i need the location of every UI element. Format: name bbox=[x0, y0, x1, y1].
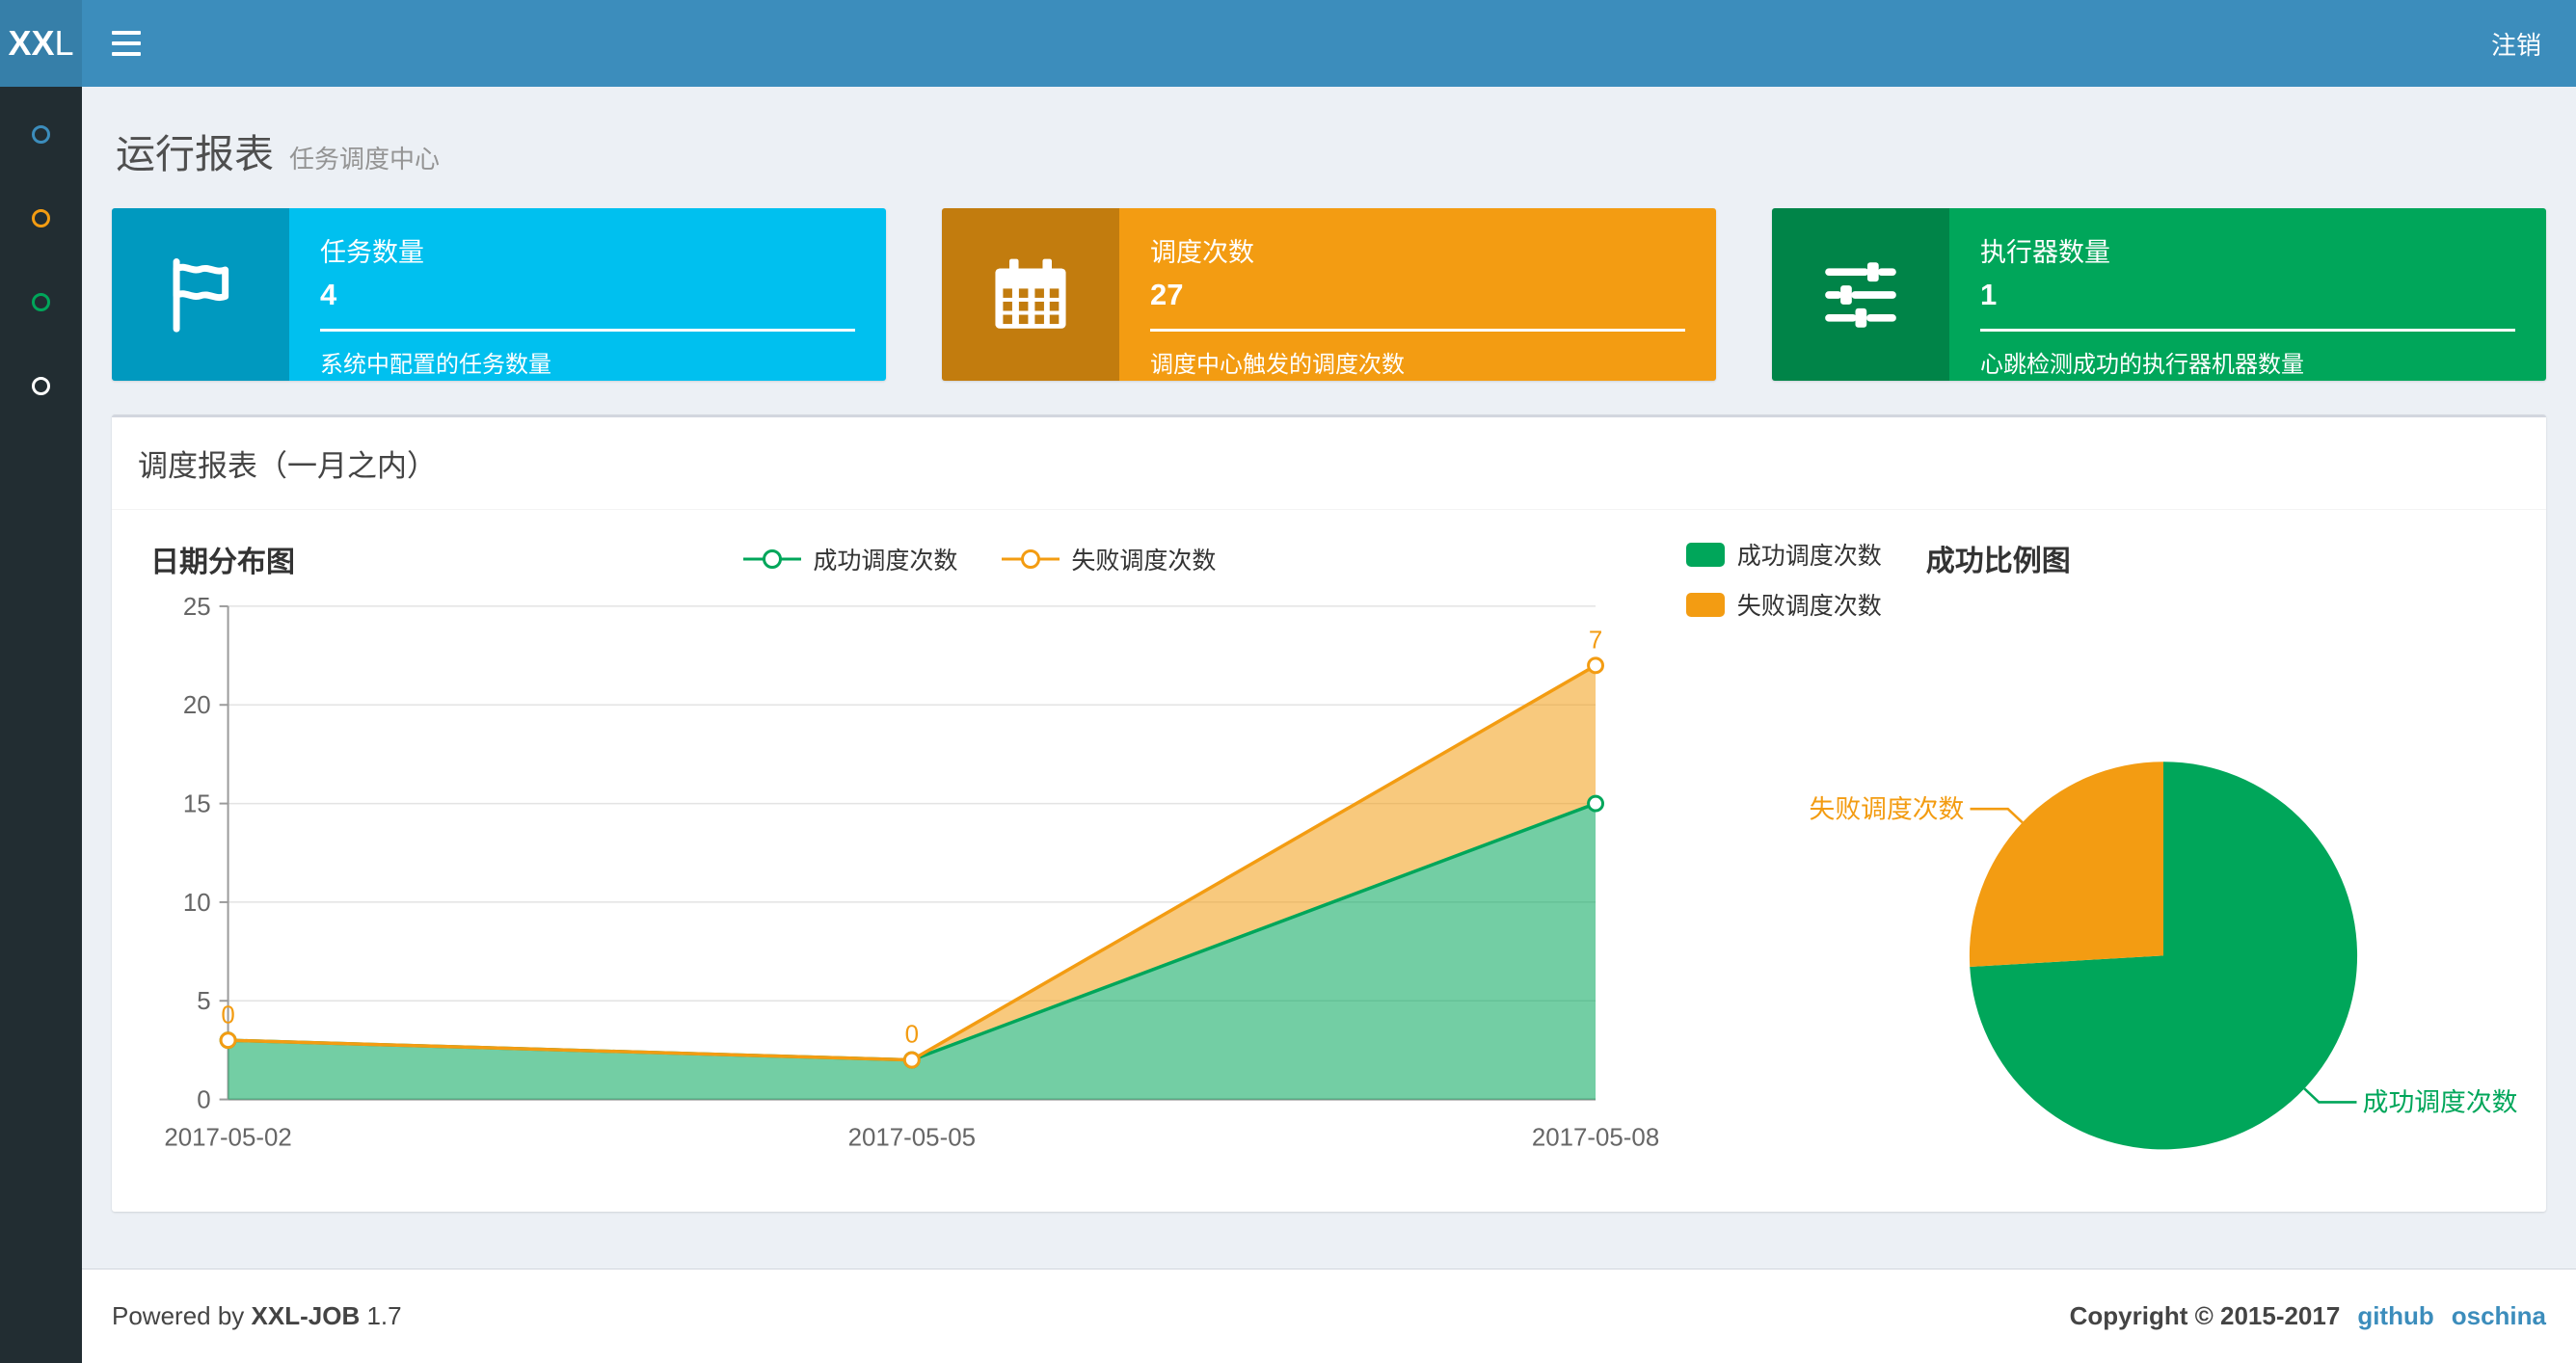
right-column: 运行报表 任务调度中心 任务数量 4 系统中配置的任务数量 调度次数 27 调度… bbox=[82, 87, 2576, 1363]
pie-chart-title: 成功比例图 bbox=[1925, 546, 2071, 577]
logo[interactable]: XX L bbox=[0, 0, 82, 87]
info-box-content: 执行器数量 1 心跳检测成功的执行器机器数量 bbox=[1949, 208, 2546, 381]
svg-text:0: 0 bbox=[905, 1022, 919, 1049]
legend-line-marker-icon bbox=[743, 549, 802, 569]
top-navbar: XX L 注销 bbox=[0, 0, 2576, 87]
pie-legend-item-1[interactable]: 成功调度次数 bbox=[1685, 537, 1882, 572]
product-name: XXL-JOB bbox=[251, 1301, 361, 1330]
circle-outline-icon bbox=[32, 293, 50, 311]
svg-text:2017-05-08: 2017-05-08 bbox=[1532, 1124, 1659, 1151]
circle-outline-icon bbox=[32, 209, 50, 227]
info-box-job-count: 任务数量 4 系统中配置的任务数量 bbox=[112, 208, 886, 381]
report-panel-title: 调度报表（一月之内） bbox=[112, 417, 2546, 510]
svg-text:7: 7 bbox=[1589, 627, 1602, 654]
svg-text:0: 0 bbox=[197, 1087, 210, 1114]
navbar-spacer bbox=[171, 0, 2456, 87]
circle-outline-icon bbox=[32, 125, 50, 144]
info-box-progress bbox=[1980, 329, 2515, 332]
pie-chart-header: 成功调度次数 失败调度次数 成功比例图 bbox=[1685, 531, 2521, 622]
oschina-link[interactable]: oschina bbox=[2452, 1301, 2546, 1331]
powered-by-text: Powered by bbox=[112, 1301, 245, 1330]
logo-text-bold: XX bbox=[8, 23, 55, 63]
info-box-trigger-count: 调度次数 27 调度中心触发的调度次数 bbox=[942, 208, 1716, 381]
svg-text:2017-05-02: 2017-05-02 bbox=[164, 1124, 291, 1151]
flag-icon bbox=[112, 208, 289, 381]
sliders-icon bbox=[1772, 208, 1949, 381]
sidebar-toggle-button[interactable] bbox=[82, 0, 171, 87]
footer-right: Copyright © 2015-2017 github oschina bbox=[2070, 1301, 2546, 1331]
info-box-progress bbox=[320, 329, 855, 332]
page-subtitle: 任务调度中心 bbox=[289, 145, 441, 174]
success-ratio-section: 成功调度次数 失败调度次数 成功比例图 成功调度次数 失败调度次数 bbox=[1663, 531, 2521, 1185]
svg-text:5: 5 bbox=[197, 988, 210, 1015]
hamburger-icon bbox=[112, 31, 141, 35]
info-box-content: 任务数量 4 系统中配置的任务数量 bbox=[289, 208, 886, 381]
date-distribution-chart: 05101520252017-05-02 2017-05-05 2017-05-08… bbox=[164, 594, 1659, 1151]
info-box-label: 调度次数 bbox=[1150, 238, 1254, 267]
pie-legend: 成功调度次数 失败调度次数 bbox=[1685, 537, 1882, 622]
line-chart-legend: 成功调度次数 失败调度次数 bbox=[295, 542, 1663, 576]
svg-text:2017-05-05: 2017-05-05 bbox=[848, 1124, 976, 1151]
info-box-value: 1 bbox=[1980, 278, 1998, 311]
info-box-value: 4 bbox=[320, 278, 337, 311]
pie-legend-item-2[interactable]: 失败调度次数 bbox=[1685, 587, 1882, 622]
legend-label: 失败调度次数 bbox=[1736, 593, 1882, 620]
page-header: 运行报表 任务调度中心 bbox=[112, 87, 2546, 208]
github-link[interactable]: github bbox=[2357, 1301, 2433, 1331]
info-box-label: 执行器数量 bbox=[1980, 238, 2110, 267]
page-footer: Powered by XXL-JOB 1.7 Copyright © 2015-… bbox=[82, 1269, 2576, 1363]
sidebar-item-4[interactable] bbox=[32, 377, 50, 395]
content-area: 运行报表 任务调度中心 任务数量 4 系统中配置的任务数量 调度次数 27 调度… bbox=[82, 87, 2576, 1269]
legend-label: 失败调度次数 bbox=[1071, 548, 1217, 575]
circle-outline-icon bbox=[32, 377, 50, 395]
legend-label: 成功调度次数 bbox=[813, 548, 958, 575]
page-title: 运行报表 bbox=[116, 132, 274, 176]
info-box-value: 27 bbox=[1150, 278, 1184, 311]
success-ratio-chart: 成功调度次数 失败调度次数 bbox=[1809, 762, 2517, 1150]
info-box-description: 系统中配置的任务数量 bbox=[320, 352, 551, 378]
info-box-content: 调度次数 27 调度中心触发的调度次数 bbox=[1119, 208, 1716, 381]
logo-text-rest: L bbox=[54, 23, 74, 63]
legend-line-marker-icon bbox=[1002, 549, 1060, 569]
svg-text:成功调度次数: 成功调度次数 bbox=[2362, 1088, 2517, 1117]
svg-text:20: 20 bbox=[183, 692, 211, 719]
report-panel-body: 日期分布图 成功调度次数 失败调度次数 0 5 10 15 20 25 2017-05-02 2… bbox=[112, 510, 2546, 1212]
line-chart-title: 日期分布图 bbox=[150, 547, 295, 578]
info-box-description: 心跳检测成功的执行器机器数量 bbox=[1980, 352, 2304, 378]
svg-text:25: 25 bbox=[183, 594, 211, 621]
hamburger-icon bbox=[112, 52, 141, 56]
app: { "navbar": { "logo_bold": "XX", "logo_r… bbox=[0, 0, 2576, 1363]
info-box-executor-count: 执行器数量 1 心跳检测成功的执行器机器数量 bbox=[1772, 208, 2546, 381]
line-chart-header: 日期分布图 成功调度次数 失败调度次数 bbox=[137, 531, 1663, 587]
logout-link[interactable]: 注销 bbox=[2456, 0, 2576, 87]
info-box-label: 任务数量 bbox=[320, 238, 424, 267]
report-panel: 调度报表（一月之内） 日期分布图 成功调度次数 失败调度次数 0 5 10 15 20 25… bbox=[112, 414, 2546, 1212]
product-version: 1.7 bbox=[366, 1301, 402, 1330]
svg-text:失败调度次数: 失败调度次数 bbox=[1809, 794, 1964, 823]
hamburger-icon bbox=[112, 41, 141, 45]
line-legend-item-1[interactable]: 成功调度次数 bbox=[741, 542, 957, 576]
main-area: 运行报表 任务调度中心 任务数量 4 系统中配置的任务数量 调度次数 27 调度… bbox=[0, 87, 2576, 1363]
sidebar-item-1[interactable] bbox=[32, 125, 50, 144]
legend-swatch-icon bbox=[1685, 542, 1725, 567]
sidebar-item-2[interactable] bbox=[32, 209, 50, 227]
line-legend-item-2[interactable]: 失败调度次数 bbox=[1000, 542, 1216, 576]
svg-text:0: 0 bbox=[221, 1002, 234, 1029]
sidebar-item-3[interactable] bbox=[32, 293, 50, 311]
svg-text:10: 10 bbox=[183, 890, 211, 917]
info-box-description: 调度中心触发的调度次数 bbox=[1150, 352, 1405, 378]
info-box-progress bbox=[1150, 329, 1685, 332]
info-box-row: 任务数量 4 系统中配置的任务数量 调度次数 27 调度中心触发的调度次数 执行… bbox=[112, 208, 2546, 381]
sidebar-menu bbox=[0, 87, 82, 1363]
legend-label: 成功调度次数 bbox=[1736, 543, 1882, 570]
svg-text:15: 15 bbox=[183, 791, 211, 818]
legend-swatch-icon bbox=[1685, 592, 1725, 617]
date-distribution-section: 日期分布图 成功调度次数 失败调度次数 0 5 10 15 20 25 2017-05-02 2… bbox=[137, 531, 1663, 1185]
copyright-text: Copyright © 2015-2017 bbox=[2069, 1301, 2341, 1330]
calendar-icon bbox=[942, 208, 1119, 381]
